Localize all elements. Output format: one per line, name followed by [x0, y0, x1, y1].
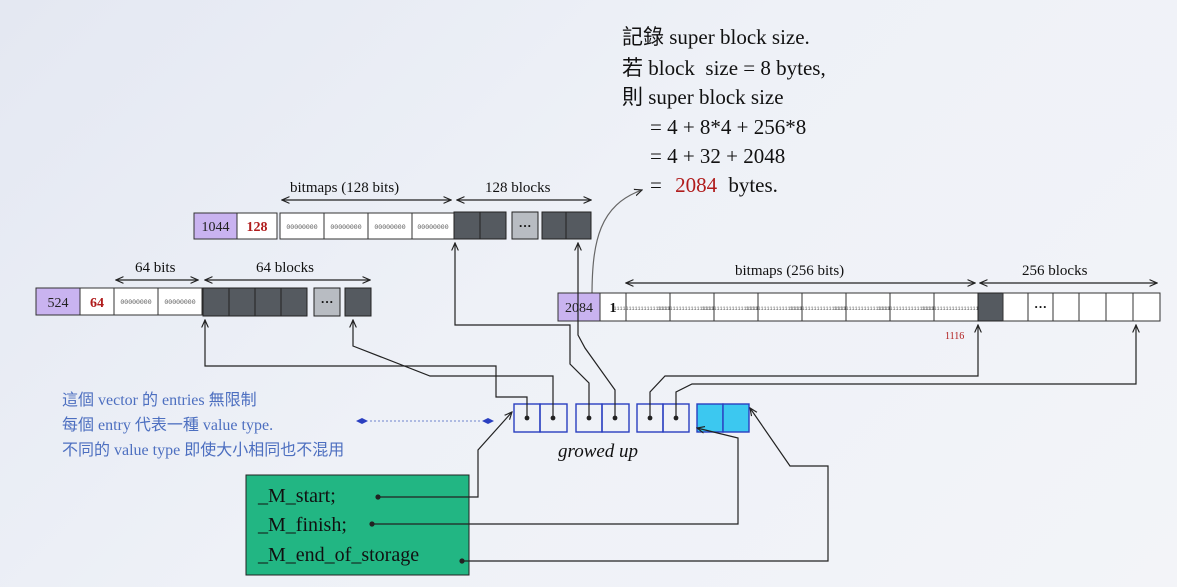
end-of-storage-pointer	[462, 408, 829, 562]
bitmap-cell-text: 00000000	[374, 224, 405, 231]
block-cell	[254, 287, 282, 317]
block-cell	[202, 287, 230, 317]
member-end-of-storage: _M_end_of_storage	[257, 544, 419, 566]
vector-note-line-2: 每個 entry 代表一種 value type.	[62, 416, 273, 434]
growed-up-label: growed up	[558, 441, 638, 462]
block-cell	[1078, 292, 1107, 322]
vector-note: 這個 vector 的 entries 無限制 每個 entry 代表一種 va…	[62, 391, 344, 459]
vector-spare-cell	[722, 403, 750, 433]
block-cell	[565, 211, 592, 240]
note-result-unit: bytes.	[728, 173, 778, 197]
index-1116-label: 1116	[945, 331, 964, 342]
ellipsis-text: ···	[518, 218, 531, 233]
bitmap-cell-text: 00000000	[417, 224, 448, 231]
bitmap-cell-text: 00000000	[164, 299, 195, 306]
ellipsis-text: ···	[320, 294, 333, 309]
diamond-icon	[482, 418, 494, 424]
block-cell	[1052, 292, 1080, 322]
bitmaps-128-caption: bitmaps (128 bits)	[290, 180, 399, 196]
super-block-note: 記錄 super block size. 若 block size = 8 by…	[622, 25, 826, 197]
bitmap-cell-text: 00000000	[120, 299, 151, 306]
bitmaps-256-caption: bitmaps (256 bits)	[735, 263, 844, 279]
count-2084-text: 2084	[565, 301, 593, 316]
pointer-dot	[459, 558, 465, 564]
pointer-to-count-128	[455, 243, 590, 418]
pointer-dot	[375, 494, 381, 500]
blocks-128-caption: 128 blocks	[485, 180, 551, 196]
vector-note-pointer	[356, 418, 494, 424]
bits-64-caption: 64 bits	[135, 260, 176, 276]
bitmap-cell-text: 00000000	[286, 224, 317, 231]
block-cell	[453, 211, 481, 240]
diamond-icon	[356, 418, 368, 424]
blocks-256: ···	[977, 292, 1161, 322]
block-cell	[280, 287, 308, 317]
vector-members-box: _M_start; _M_finish; _M_end_of_storage	[245, 474, 470, 576]
block-cell-used	[977, 292, 1004, 322]
count-1044-text: 1044	[202, 220, 230, 235]
vector-spare-cell	[696, 403, 724, 433]
pointer-to-block-64	[353, 320, 554, 418]
ellipsis-text: ···	[1034, 299, 1047, 314]
blocks-256-caption: 256 blocks	[1022, 263, 1088, 279]
block-cell	[228, 287, 256, 317]
vector-note-line-3: 不同的 value type 即使大小相同也不混用	[62, 441, 344, 459]
block-cell	[1132, 292, 1161, 322]
note-line-5: = 4 + 32 + 2048	[650, 144, 785, 168]
block-cell	[344, 287, 372, 317]
pointer-to-block-128	[578, 243, 616, 418]
member-start: _M_start;	[257, 485, 336, 507]
bitmap-cells-256: 11111111111111111111111 1111111111111111…	[613, 292, 991, 322]
note-result-line: = 2084 bytes.	[650, 173, 778, 197]
block-cell	[479, 211, 507, 240]
block-row-128: bitmaps (128 bits) 128 blocks 1044 128 0…	[193, 180, 592, 240]
note-line-4: = 4 + 8*4 + 256*8	[650, 115, 806, 139]
note-result-value: 2084	[675, 173, 718, 197]
bitmap-cell-text: 00000000	[330, 224, 361, 231]
note-line-1: 記錄 super block size.	[622, 25, 810, 49]
note-pointer-arrow	[591, 190, 642, 297]
allocator-diagram: 記錄 super block size. 若 block size = 8 by…	[35, 25, 1161, 576]
entry-pointers	[205, 243, 1136, 418]
note-line-3: 則 super block size	[622, 85, 784, 109]
pointer-dot	[524, 415, 530, 421]
note-result-eq: =	[650, 173, 662, 197]
pointer-dot	[550, 415, 556, 421]
blocks-64: ···	[202, 287, 372, 317]
count-524-text: 524	[48, 296, 69, 311]
block-cell	[1105, 292, 1134, 322]
vector-note-line-1: 這個 vector 的 entries 無限制	[62, 391, 257, 409]
block-row-256: bitmaps (256 bits) 256 blocks 2084 1 111…	[557, 263, 1161, 342]
blocks-64-caption: 64 blocks	[256, 260, 314, 276]
block-cell	[541, 211, 567, 240]
blocks-128: ···	[453, 211, 592, 240]
pointer-dot	[647, 415, 653, 421]
block-cell	[1002, 292, 1029, 322]
bits-128-text: 128	[247, 220, 268, 235]
pointer-dot	[586, 415, 592, 421]
bitmap-cells-128: 00000000 00000000 00000000 00000000	[279, 212, 455, 240]
bits-64-text: 64	[90, 296, 104, 311]
member-finish: _M_finish;	[257, 514, 347, 536]
pointer-dot	[369, 521, 375, 527]
vector-entries: growed up	[513, 403, 750, 462]
block-row-64: 64 bits 64 blocks 524 64 00000000 000000…	[35, 260, 372, 317]
note-line-2: 若 block size = 8 bytes,	[622, 56, 826, 80]
pointer-dot	[673, 415, 679, 421]
pointer-dot	[612, 415, 618, 421]
